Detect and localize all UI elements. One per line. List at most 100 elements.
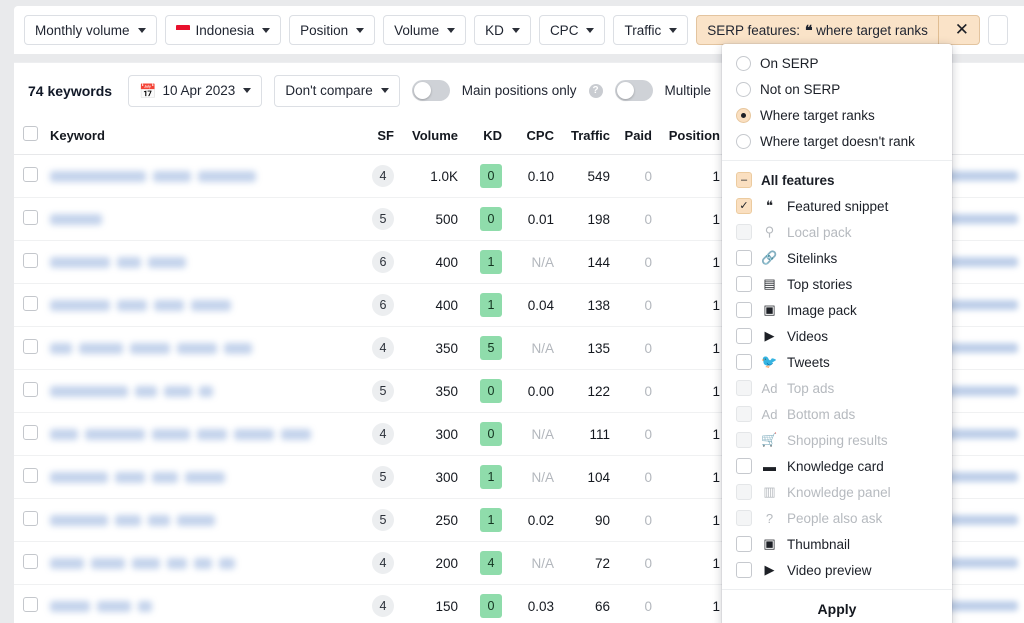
cell-sf: 5 bbox=[344, 498, 400, 542]
feature-row-5[interactable]: ▶ Videos bbox=[722, 323, 952, 349]
row-checkbox[interactable] bbox=[23, 425, 38, 440]
filter-position[interactable]: Position bbox=[289, 15, 376, 45]
cell-paid: 0 bbox=[616, 369, 658, 413]
cell-paid: 0 bbox=[616, 498, 658, 542]
cell-volume: 400 bbox=[400, 240, 464, 284]
chevron-down-icon bbox=[511, 27, 520, 33]
filter-cpc[interactable]: CPC bbox=[538, 15, 606, 45]
cell-keyword[interactable] bbox=[44, 584, 344, 623]
feature-checkbox[interactable] bbox=[736, 250, 752, 266]
scope-option-1[interactable]: Not on SERP bbox=[722, 76, 952, 102]
select-all-checkbox[interactable] bbox=[23, 126, 38, 141]
cell-keyword[interactable] bbox=[44, 541, 344, 585]
filter-kd[interactable]: KD bbox=[474, 15, 531, 45]
apply-button[interactable]: Apply bbox=[722, 589, 952, 623]
cell-keyword[interactable] bbox=[44, 197, 344, 241]
row-checkbox[interactable] bbox=[23, 253, 38, 268]
radio-icon[interactable] bbox=[736, 81, 751, 97]
date-picker[interactable]: 📅 10 Apr 2023 bbox=[128, 74, 263, 107]
feature-row-14[interactable]: ▶ Video preview bbox=[722, 557, 952, 583]
header-traffic[interactable]: Traffic bbox=[560, 118, 616, 155]
filter-serp-features[interactable]: SERP features: ❝ where target ranks ✕ bbox=[696, 15, 980, 45]
cell-keyword[interactable] bbox=[44, 240, 344, 284]
feature-checkbox[interactable] bbox=[736, 562, 752, 578]
header-cpc[interactable]: CPC bbox=[508, 118, 560, 155]
radio-icon[interactable] bbox=[736, 55, 751, 71]
all-features-checkbox[interactable]: – bbox=[736, 172, 752, 188]
feature-checkbox[interactable]: ✓ bbox=[736, 198, 752, 214]
feature-label: Shopping results bbox=[787, 432, 888, 448]
row-checkbox[interactable] bbox=[23, 167, 38, 182]
cell-paid: 0 bbox=[616, 412, 658, 456]
feature-checkbox[interactable] bbox=[736, 354, 752, 370]
cell-keyword[interactable] bbox=[44, 326, 344, 370]
header-keyword[interactable]: Keyword bbox=[44, 118, 344, 155]
serp-features-dropdown[interactable]: On SERP Not on SERP Where target ranks Wher… bbox=[722, 44, 952, 623]
row-checkbox[interactable] bbox=[23, 296, 38, 311]
row-select-cell bbox=[14, 541, 44, 585]
scope-option-3[interactable]: Where target doesn't rank bbox=[722, 128, 952, 154]
header-sf[interactable]: SF bbox=[344, 118, 400, 155]
row-checkbox[interactable] bbox=[23, 597, 38, 612]
feature-row-10[interactable]: ▬ Knowledge card bbox=[722, 453, 952, 479]
filter-overflow[interactable] bbox=[987, 15, 1008, 45]
all-features-row[interactable]: – All features bbox=[722, 167, 952, 193]
scope-option-2[interactable]: Where target ranks bbox=[722, 102, 952, 128]
scope-option-0[interactable]: On SERP bbox=[722, 50, 952, 76]
feature-row-6[interactable]: 🐦 Tweets bbox=[722, 349, 952, 375]
header-paid[interactable]: Paid bbox=[616, 118, 658, 155]
cell-volume: 300 bbox=[400, 412, 464, 456]
help-icon[interactable]: ? bbox=[588, 83, 603, 98]
cell-keyword[interactable] bbox=[44, 369, 344, 413]
feature-checkbox[interactable] bbox=[736, 458, 752, 474]
cell-keyword[interactable] bbox=[44, 154, 344, 198]
feature-row-2[interactable]: 🔗 Sitelinks bbox=[722, 245, 952, 271]
filter-country[interactable]: Indonesia bbox=[164, 15, 282, 45]
compare-value: Don't compare bbox=[285, 83, 373, 98]
radio-icon[interactable] bbox=[736, 107, 751, 123]
cell-keyword[interactable] bbox=[44, 283, 344, 327]
chevron-down-icon bbox=[243, 88, 252, 93]
serp-filter-value: where target ranks bbox=[816, 22, 928, 38]
filter-monthly-volume[interactable]: Monthly volume bbox=[24, 15, 157, 45]
feature-row-4[interactable]: ▣ Image pack bbox=[722, 297, 952, 323]
radio-icon[interactable] bbox=[736, 133, 751, 149]
filter-traffic[interactable]: Traffic bbox=[613, 15, 689, 45]
cell-keyword[interactable] bbox=[44, 412, 344, 456]
cell-cpc: N/A bbox=[508, 240, 560, 284]
knowledge-card-icon: ▬ bbox=[763, 458, 776, 474]
keyword-redacted bbox=[50, 471, 338, 483]
app-root: Monthly volume Indonesia Position Volume… bbox=[0, 0, 1024, 623]
header-kd[interactable]: KD bbox=[464, 118, 508, 155]
feature-checkbox[interactable] bbox=[736, 536, 752, 552]
row-checkbox[interactable] bbox=[23, 511, 38, 526]
feature-row-13[interactable]: ▣ Thumbnail bbox=[722, 531, 952, 557]
row-checkbox[interactable] bbox=[23, 339, 38, 354]
header-position[interactable]: Position bbox=[658, 118, 726, 155]
feature-label: Knowledge panel bbox=[787, 484, 891, 500]
cell-cpc: N/A bbox=[508, 412, 560, 456]
main-positions-toggle[interactable] bbox=[411, 80, 450, 101]
header-volume[interactable]: Volume bbox=[400, 118, 464, 155]
close-icon[interactable]: ✕ bbox=[945, 16, 979, 44]
feature-checkbox[interactable] bbox=[736, 328, 752, 344]
cell-keyword[interactable] bbox=[44, 455, 344, 499]
keyword-redacted bbox=[50, 600, 338, 612]
row-checkbox[interactable] bbox=[23, 554, 38, 569]
feature-checkbox[interactable] bbox=[736, 302, 752, 318]
feature-checkbox[interactable] bbox=[736, 276, 752, 292]
feature-row-0[interactable]: ✓ ❝ Featured snippet bbox=[722, 193, 952, 219]
chevron-down-icon bbox=[380, 88, 389, 93]
row-checkbox[interactable] bbox=[23, 382, 38, 397]
cell-keyword[interactable] bbox=[44, 498, 344, 542]
cell-position: 1 bbox=[658, 541, 726, 585]
compare-selector[interactable]: Don't compare bbox=[274, 74, 400, 107]
row-checkbox[interactable] bbox=[23, 468, 38, 483]
keyword-redacted bbox=[50, 342, 338, 354]
cell-traffic: 198 bbox=[560, 197, 616, 241]
cell-traffic: 90 bbox=[560, 498, 616, 542]
multiple-toggle[interactable] bbox=[614, 80, 653, 101]
filter-volume[interactable]: Volume bbox=[383, 15, 467, 45]
row-checkbox[interactable] bbox=[23, 210, 38, 225]
feature-row-3[interactable]: ▤ Top stories bbox=[722, 271, 952, 297]
